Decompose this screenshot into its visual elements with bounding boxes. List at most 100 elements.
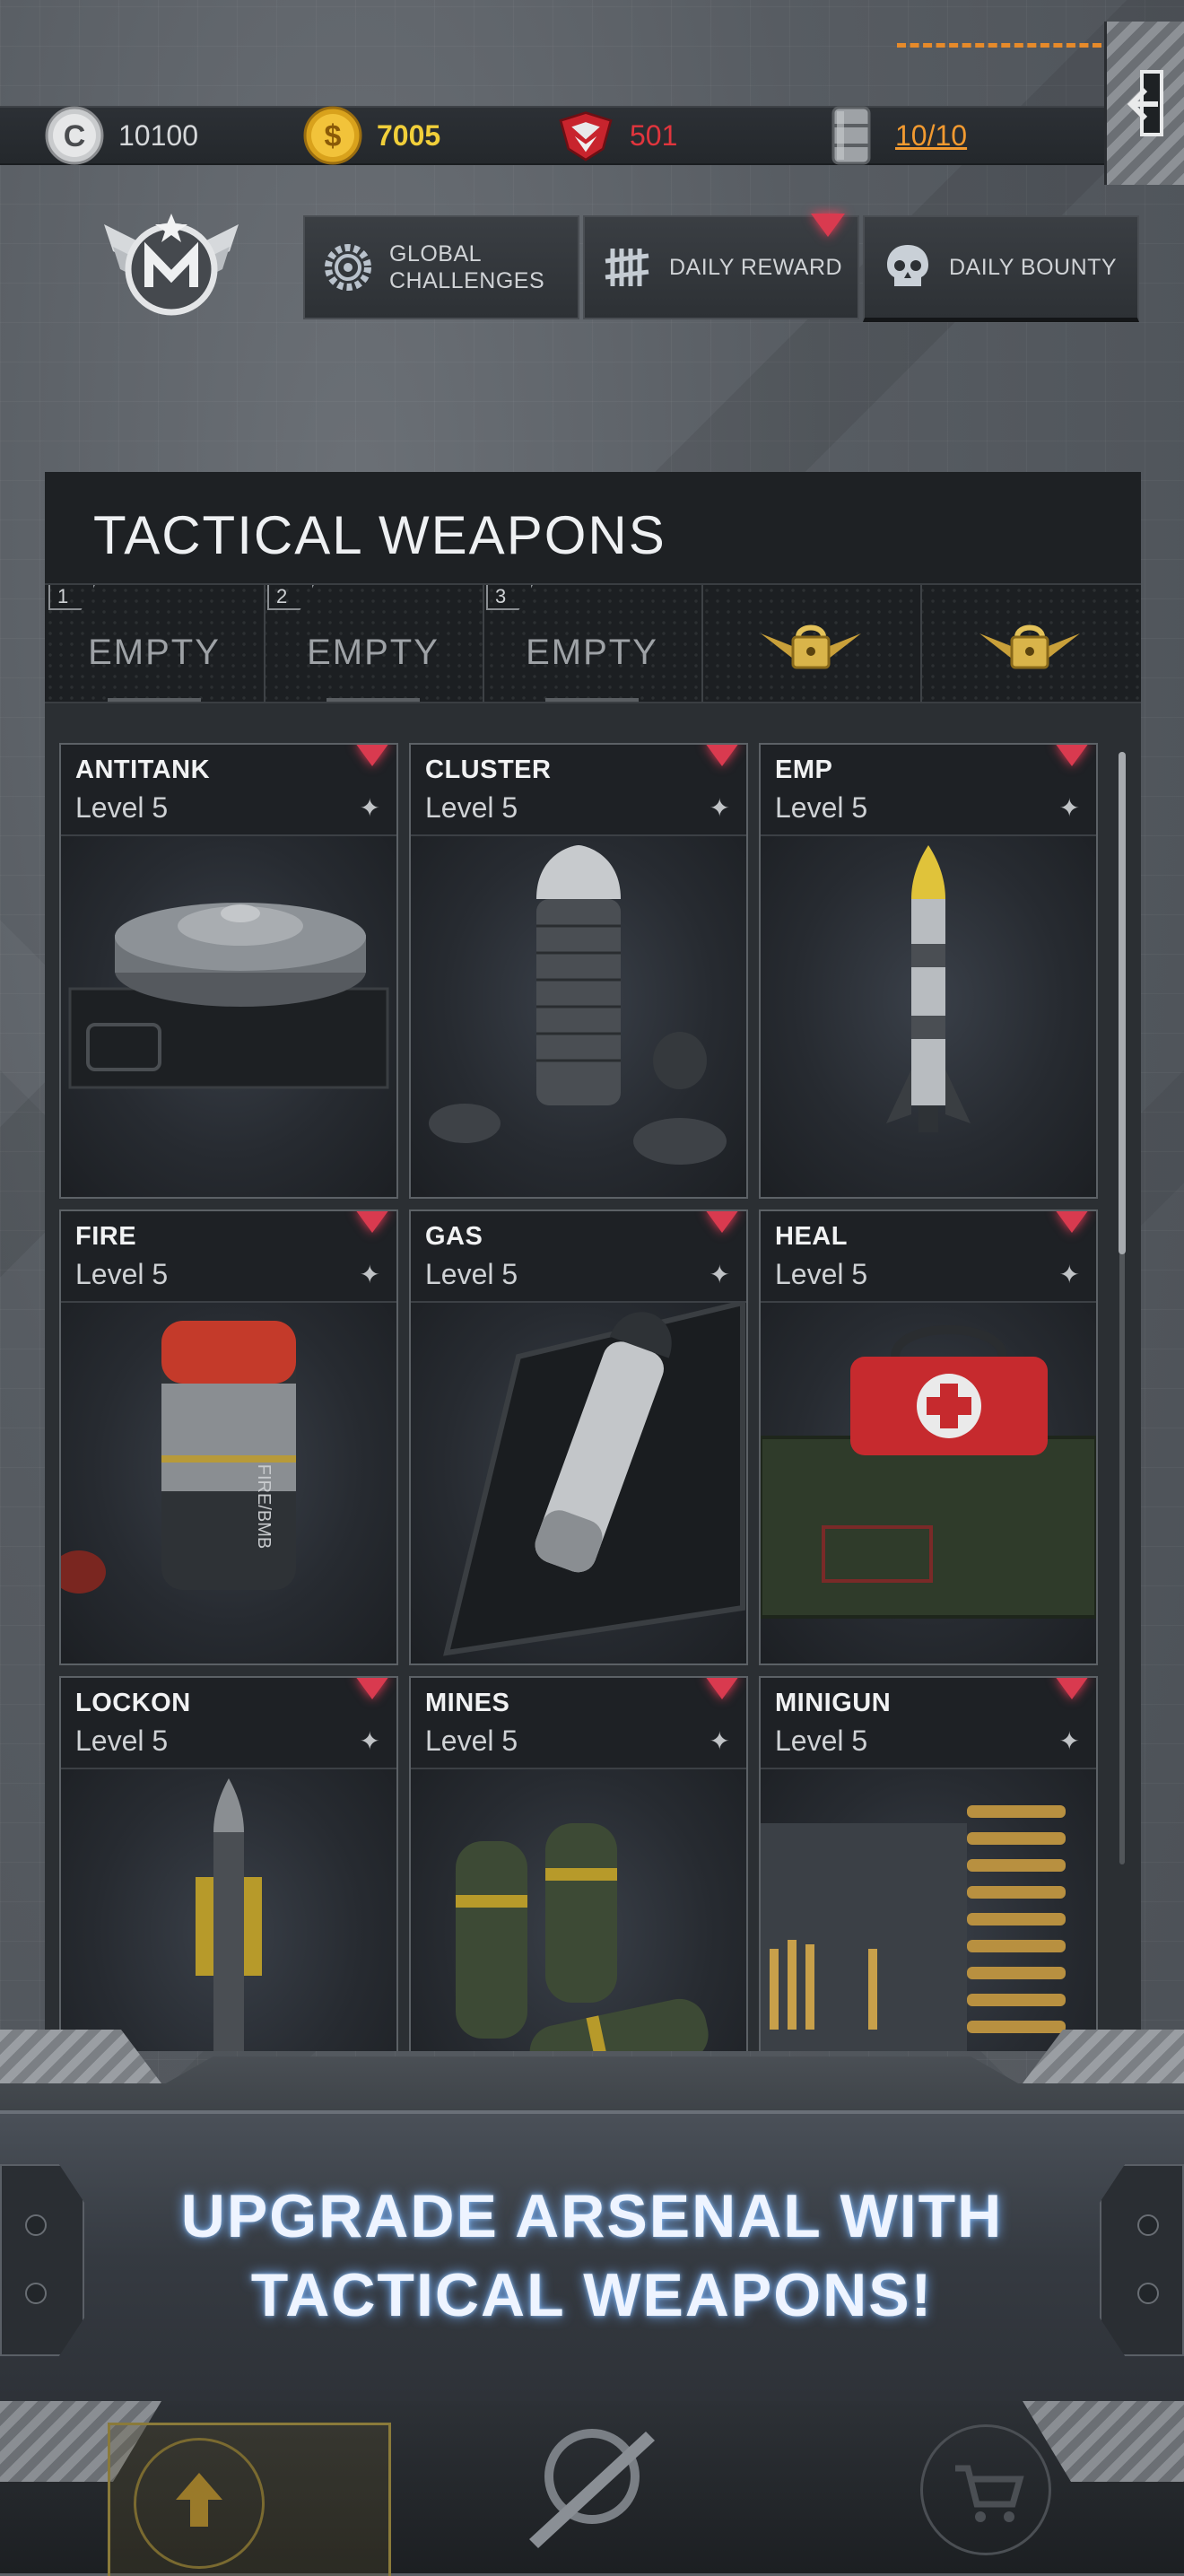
weapon-card-lockon[interactable]: LOCKON Level 5 ✦ [59,1676,398,2051]
daily-bounty-label: DAILY BOUNTY [949,254,1118,280]
sparkle-icon: ✦ [359,1727,380,1755]
rank-emblem-icon [554,104,617,167]
card-header: ANTITANK Level 5 ✦ [61,745,396,834]
weapon-name: CLUSTER [425,755,552,784]
sparkle-icon: ✦ [1058,1261,1080,1288]
crosshair-bullet-icon [529,2429,655,2548]
upgrade-arrow-icon [134,2438,265,2569]
fuel-barrel-icon [820,104,883,167]
card-header: EMP Level 5 ✦ [761,745,1096,834]
upgrade-notification-icon [355,1211,389,1233]
weapon-level: Level 5 [425,791,518,824]
nav-weapons-tab[interactable] [511,2414,673,2548]
weapon-card-minigun[interactable]: MINIGUN Level 5 ✦ [759,1676,1098,2051]
weapon-card-cluster[interactable]: CLUSTER Level 5 ✦ [409,743,748,1199]
panel-title: TACTICAL WEAPONS [93,505,666,565]
slot-label: EMPTY [88,632,221,672]
rank-value: 501 [630,118,678,152]
tactical-weapons-panel: TACTICAL WEAPONS 1 EMPTY 2 EMPTY 3 EMPTY [45,472,1141,2051]
promo-banner: UPGRADE ARSENAL WITH TACTICAL WEAPONS! [0,2110,1184,2405]
upgrade-notification-icon [705,745,739,766]
wings-emblem-icon[interactable] [95,197,248,332]
sparkle-icon: ✦ [709,794,730,822]
lockon-missile-image [61,1768,396,2051]
slot-3[interactable]: 3 EMPTY [483,585,703,702]
weapon-name: GAS [425,1222,483,1251]
card-header: MINIGUN Level 5 ✦ [761,1678,1096,1768]
nav-upgrade-tab[interactable] [108,2423,391,2576]
sparkle-icon: ✦ [359,794,380,822]
sparkle-icon: ✦ [1058,794,1080,822]
slot-4-locked[interactable] [701,585,922,702]
weapon-name: HEAL [775,1222,848,1251]
slot-number: 3 [486,585,533,610]
global-challenges-button[interactable]: GLOBAL CHALLENGES [303,215,579,319]
slot-1[interactable]: 1 EMPTY [45,585,266,702]
grid-scrollbar-thumb[interactable] [1119,752,1126,1254]
weapon-name: MINIGUN [775,1689,892,1717]
sparkle-icon: ✦ [709,1261,730,1288]
weapon-name: FIRE [75,1222,137,1251]
weapon-card-mines[interactable]: MINES Level 5 ✦ [409,1676,748,2051]
svg-text:$: $ [325,119,342,153]
promo-line-1: UPGRADE ARSENAL WITH [180,2182,1004,2250]
upgrade-notification-icon [1055,1211,1089,1233]
gold-counter[interactable]: $ 7005 [301,106,441,165]
weapon-card-emp[interactable]: EMP Level 5 ✦ [759,743,1098,1199]
upgrade-notification-icon [355,745,389,766]
weapon-card-antitank[interactable]: ANTITANK Level 5 ✦ [59,743,398,1199]
slot-underline [108,698,201,702]
slot-5-locked[interactable] [920,585,1139,702]
weapon-level: Level 5 [775,791,868,824]
tally-marks-icon [599,239,657,296]
upgrade-notification-icon [1055,745,1089,766]
weapon-name: ANTITANK [75,755,211,784]
fuel-bar [897,43,1101,48]
gold-coin-icon: $ [301,104,364,167]
slot-underline [326,698,420,702]
slot-2[interactable]: 2 EMPTY [264,585,484,702]
fuel-counter[interactable]: 10/10 [820,106,967,165]
medkit-image [761,1301,1096,1663]
gold-value: 7005 [377,118,441,152]
mines-image [411,1768,746,2051]
locked-slot-icon [979,624,1080,669]
weapon-card-fire[interactable]: FIRE Level 5 ✦ FIRE/BMB [59,1209,398,1665]
card-header: MINES Level 5 ✦ [411,1678,746,1768]
upgrade-notification-icon [1055,1678,1089,1699]
slot-label: EMPTY [307,632,440,672]
rank-counter[interactable]: 501 [554,108,677,163]
weapon-card-gas[interactable]: GAS Level 5 ✦ [409,1209,748,1665]
weapon-card-heal[interactable]: HEAL Level 5 ✦ [759,1209,1098,1665]
panel-header: TACTICAL WEAPONS [45,472,1141,585]
card-header: CLUSTER Level 5 ✦ [411,745,746,834]
weapon-level: Level 5 [425,1725,518,1757]
nav-shop-tab[interactable] [920,2424,1051,2555]
card-header: GAS Level 5 ✦ [411,1211,746,1301]
slot-underline [545,698,639,702]
fire-grenade-image: FIRE/BMB [61,1301,396,1663]
daily-bounty-button[interactable]: DAILY BOUNTY [863,215,1139,322]
slot-number: 2 [267,585,314,610]
shopping-cart-icon [955,2465,1024,2522]
equipped-slots: 1 EMPTY 2 EMPTY 3 EMPTY [45,585,1141,703]
weapon-level: Level 5 [75,1725,169,1757]
sparkle-icon: ✦ [359,1261,380,1288]
promo-headline: UPGRADE ARSENAL WITH TACTICAL WEAPONS! [0,2177,1184,2335]
exit-button[interactable] [1104,22,1184,185]
global-challenges-label-1: GLOBAL [389,241,483,266]
daily-reward-button[interactable]: DAILY REWARD [583,214,859,319]
card-header: LOCKON Level 5 ✦ [61,1678,396,1768]
sparkle-icon: ✦ [709,1727,730,1755]
weapon-level: Level 5 [75,1258,169,1290]
gear-badge-icon [319,239,377,296]
weapon-level: Level 5 [775,1725,868,1757]
cluster-bomb-image [411,834,746,1197]
emp-missile-image [761,834,1096,1197]
credits-counter[interactable]: C 10100 [43,106,198,165]
gas-shell-image [411,1301,746,1663]
credits-coin-icon: C [43,104,106,167]
exit-door-icon [1127,70,1163,136]
weapon-name: EMP [775,755,833,784]
svg-text:C: C [64,119,86,153]
